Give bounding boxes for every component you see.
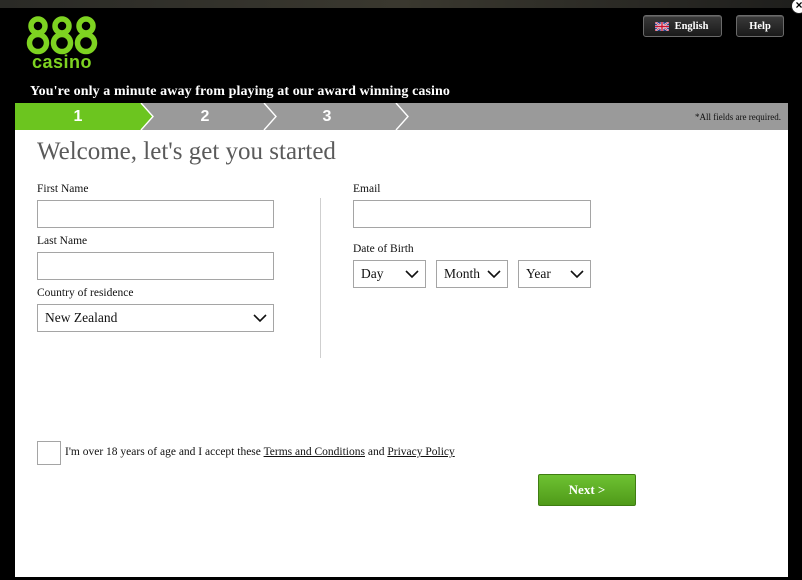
first-name-input[interactable]	[37, 200, 274, 228]
dob-year-select[interactable]: Year	[518, 260, 591, 288]
dob-month-select[interactable]: Month	[436, 260, 508, 288]
progress-bar: 1 2 3 *All fields are required.	[15, 103, 788, 130]
country-label: Country of residence	[37, 287, 134, 299]
uk-flag-icon	[654, 21, 669, 31]
dob-label: Date of Birth	[353, 243, 414, 255]
chevron-down-icon	[487, 269, 501, 278]
logo-subtext: casino	[32, 52, 93, 72]
language-button[interactable]: English	[643, 15, 722, 37]
country-selected-value: New Zealand	[45, 310, 118, 325]
page-title: Welcome, let's get you started	[37, 138, 336, 165]
privacy-link[interactable]: Privacy Policy	[387, 446, 454, 458]
last-name-label: Last Name	[37, 235, 88, 247]
casino-logo: casino	[26, 16, 98, 74]
last-name-input[interactable]	[37, 252, 274, 280]
email-input[interactable]	[353, 200, 591, 228]
help-label: Help	[749, 20, 771, 32]
terms-link[interactable]: Terms and Conditions	[264, 446, 365, 458]
language-label: English	[674, 20, 709, 32]
chevron-down-icon	[253, 313, 267, 322]
chevron-down-icon	[570, 269, 584, 278]
consent-text-before: I'm over 18 years of age and I accept th…	[65, 446, 264, 458]
dob-month-value: Month	[444, 266, 481, 281]
registration-panel: 1 2 3 *All fields are required. Welcome,…	[15, 103, 788, 577]
progress-step-3: 3	[322, 108, 332, 125]
close-icon[interactable]: ×	[791, 0, 802, 14]
dob-day-select[interactable]: Day	[353, 260, 426, 288]
top-strip	[0, 0, 802, 8]
dob-day-value: Day	[361, 266, 384, 281]
email-label: Email	[353, 183, 381, 195]
consent-text-middle: and	[364, 446, 388, 458]
age-consent-checkbox[interactable]	[37, 441, 61, 465]
tagline: You're only a minute away from playing a…	[30, 84, 451, 99]
next-button[interactable]: Next >	[538, 474, 636, 506]
progress-chevrons	[15, 103, 409, 130]
first-name-label: First Name	[37, 183, 89, 195]
column-divider	[320, 198, 321, 358]
dob-year-value: Year	[526, 266, 551, 281]
required-fields-note: *All fields are required.	[695, 112, 781, 122]
logo-888-graphic	[26, 16, 98, 55]
consent-text: I'm over 18 years of age and I accept th…	[65, 446, 455, 458]
progress-step-1: 1	[73, 108, 83, 125]
progress-step-2: 2	[200, 108, 210, 125]
chevron-down-icon	[405, 269, 419, 278]
country-select[interactable]: New Zealand	[37, 304, 274, 332]
help-button[interactable]: Help	[736, 15, 784, 37]
